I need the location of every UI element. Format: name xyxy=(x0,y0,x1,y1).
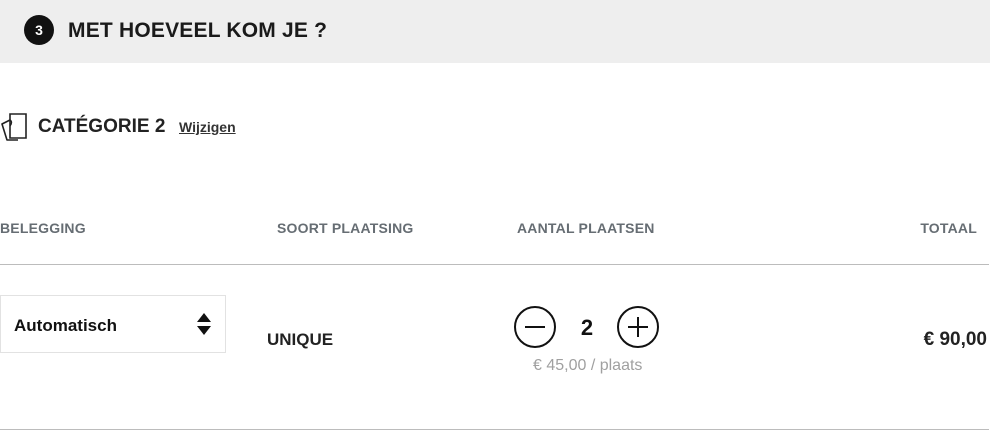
step-number-badge: 3 xyxy=(24,15,54,45)
quantity-step-section: 3 MET HOEVEEL KOM JE ? CATÉGORIE 2 Wijzi… xyxy=(0,0,996,436)
ticket-icon xyxy=(1,113,27,141)
minus-icon xyxy=(525,326,545,328)
column-header-belegging: BELEGGING xyxy=(0,220,86,236)
table-divider xyxy=(0,429,989,430)
change-category-link[interactable]: Wijzigen xyxy=(179,119,236,135)
plus-icon xyxy=(628,317,648,337)
step-header: 3 MET HOEVEEL KOM JE ? xyxy=(0,0,990,63)
placement-type-value: UNIQUE xyxy=(267,330,334,349)
unit-price: € 45,00 / plaats xyxy=(533,357,643,374)
column-header-aantal-plaatsen: AANTAL PLAATSEN xyxy=(517,220,655,236)
category-label: CATÉGORIE 2 xyxy=(38,116,166,137)
quantity-value: 2 xyxy=(580,315,594,340)
total-price: € 90,00 xyxy=(923,329,987,350)
step-title: MET HOEVEEL KOM JE ? xyxy=(68,19,328,42)
column-header-totaal: TOTAAL xyxy=(920,220,977,236)
belegging-select-value: Automatisch xyxy=(14,316,117,335)
sort-arrows-icon xyxy=(197,313,211,335)
decrement-quantity-button[interactable] xyxy=(514,306,556,348)
column-header-soort-plaatsing: SOORT PLAATSING xyxy=(277,220,414,236)
increment-quantity-button[interactable] xyxy=(617,306,659,348)
belegging-select[interactable]: Automatisch xyxy=(0,295,226,353)
table-divider xyxy=(0,264,989,265)
